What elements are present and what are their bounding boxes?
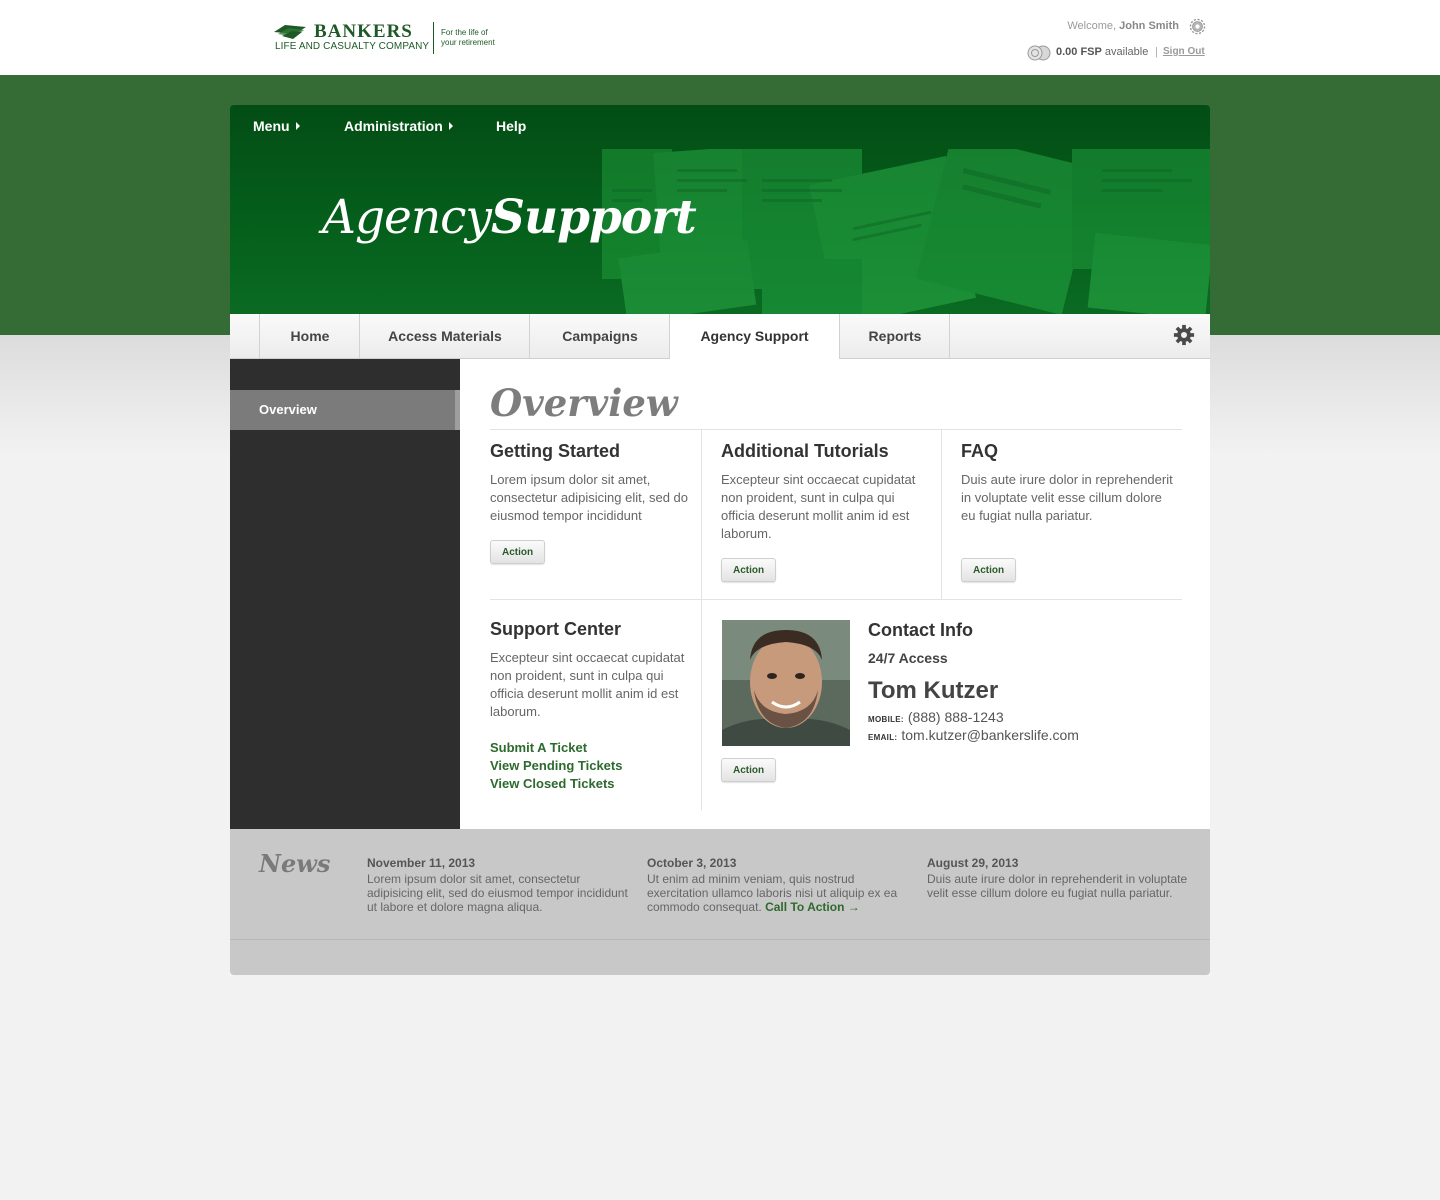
call-to-action-link[interactable]: Call To Action → xyxy=(765,900,860,914)
fsp-suffix: available xyxy=(1104,46,1149,58)
hero-banner: Menu Administration Help AgencySupport xyxy=(230,105,1210,314)
getting-started-title: Getting Started xyxy=(490,441,621,461)
additional-tutorials-text: Excepteur sint occaecat cupidatat non pr… xyxy=(721,472,916,541)
view-closed-tickets-link[interactable]: View Closed Tickets xyxy=(490,776,615,791)
contact-mobile: MOBILE: (888) 888-1243 xyxy=(868,709,1004,725)
coin-icon xyxy=(1027,45,1051,61)
faq-title: FAQ xyxy=(961,441,999,461)
news-section: News November 11, 2013 Lorem ipsum dolor… xyxy=(230,829,1210,939)
getting-started-text: Lorem ipsum dolor sit amet, consectetur … xyxy=(490,472,689,523)
mobile-value[interactable]: (888) 888-1243 xyxy=(908,709,1004,725)
email-label: EMAIL: xyxy=(868,733,898,742)
news-item: October 3, 2013 Ut enim ad minim veniam,… xyxy=(647,856,912,914)
nav-menu[interactable]: Menu xyxy=(253,118,300,134)
contact-name: Tom Kutzer xyxy=(868,677,999,704)
tab-bar: Home Access Materials Campaigns Agency S… xyxy=(230,314,1210,359)
contact-info-title: Contact Info xyxy=(868,620,973,640)
sidebar-item-overview[interactable]: Overview xyxy=(230,390,460,430)
top-header: BANKERS LIFE AND CASUALTY COMPANY For th… xyxy=(0,0,1440,75)
nav-help[interactable]: Help xyxy=(496,118,526,134)
logo-tagline: For the life of your retirement xyxy=(441,28,521,48)
getting-started-action-button[interactable]: Action xyxy=(490,540,546,564)
divider xyxy=(701,600,702,810)
nav-administration[interactable]: Administration xyxy=(344,118,453,134)
sign-out-link[interactable]: Sign Out xyxy=(1163,46,1205,57)
header-separator: | xyxy=(1155,46,1158,58)
triangle-right-icon xyxy=(448,122,453,130)
tab-agency-support[interactable]: Agency Support xyxy=(669,314,840,359)
hero-title-part1: Agency xyxy=(322,190,492,245)
nav-administration-label: Administration xyxy=(344,118,443,134)
tab-reports[interactable]: Reports xyxy=(839,314,950,358)
logo-tagline-line1: For the life of xyxy=(441,28,488,37)
faq-action-button[interactable]: Action xyxy=(961,558,1017,582)
tab-divider xyxy=(949,314,950,358)
news-date: August 29, 2013 xyxy=(927,856,1019,870)
email-value[interactable]: tom.kutzer@bankerslife.com xyxy=(901,727,1079,743)
news-date: November 11, 2013 xyxy=(367,856,476,870)
contact-access: 24/7 Access xyxy=(868,650,948,666)
support-center-text: Excepteur sint occaecat cupidatat non pr… xyxy=(490,650,685,719)
contact-email: EMAIL: tom.kutzer@bankerslife.com xyxy=(868,727,1079,743)
tab-home[interactable]: Home xyxy=(259,314,360,358)
news-title: News xyxy=(259,849,331,878)
news-body: Lorem ipsum dolor sit amet, consectetur … xyxy=(367,872,628,914)
news-body-wrap: Ut enim ad minim veniam, quis nostrud ex… xyxy=(647,872,912,914)
contact-action-button[interactable]: Action xyxy=(721,758,777,782)
nav-menu-label: Menu xyxy=(253,118,290,134)
logo-divider xyxy=(433,22,434,54)
news-body: Duis aute irure dolor in reprehenderit i… xyxy=(927,872,1188,900)
hero-title-part2: Support xyxy=(491,190,697,245)
additional-tutorials-title: Additional Tutorials xyxy=(721,441,889,461)
faq-text: Duis aute irure dolor in reprehenderit i… xyxy=(961,472,1173,523)
view-pending-tickets-link[interactable]: View Pending Tickets xyxy=(490,758,622,773)
mobile-label: MOBILE: xyxy=(868,715,904,724)
news-item: August 29, 2013 Duis aute irure dolor in… xyxy=(927,856,1192,900)
tab-access-materials[interactable]: Access Materials xyxy=(359,314,530,358)
triangle-right-icon xyxy=(295,122,300,130)
tab-campaigns[interactable]: Campaigns xyxy=(529,314,670,358)
logo-name: BANKERS xyxy=(314,21,413,42)
fsp-text: 0.00 FSP available xyxy=(1056,46,1148,58)
main-content: Overview Getting Started Lorem ipsum dol… xyxy=(460,359,1210,829)
support-center-title: Support Center xyxy=(490,619,622,639)
news-item: November 11, 2013 Lorem ipsum dolor sit … xyxy=(367,856,632,914)
welcome-message: Welcome, John Smith xyxy=(1067,20,1179,32)
contact-photo xyxy=(722,620,850,746)
logo-tagline-line2: your retirement xyxy=(441,38,495,47)
gear-icon[interactable] xyxy=(1189,18,1206,35)
divider xyxy=(701,430,702,600)
logo-subtitle: LIFE AND CASUALTY COMPANY xyxy=(275,41,430,52)
welcome-prefix: Welcome, xyxy=(1067,20,1117,32)
additional-tutorials-action-button[interactable]: Action xyxy=(721,558,777,582)
sidebar: Overview xyxy=(230,359,460,829)
divider xyxy=(490,429,1182,430)
submit-ticket-link[interactable]: Submit A Ticket xyxy=(490,740,587,755)
divider xyxy=(490,599,1182,600)
divider xyxy=(941,430,942,600)
user-name[interactable]: John Smith xyxy=(1119,20,1179,32)
footer-bar xyxy=(230,939,1210,975)
logo-mark-icon xyxy=(274,25,306,39)
gear-icon[interactable] xyxy=(1173,324,1195,346)
hero-title: AgencySupport xyxy=(322,190,697,245)
news-date: October 3, 2013 xyxy=(647,856,737,870)
fsp-amount: 0.00 FSP xyxy=(1056,46,1102,58)
page-title: Overview xyxy=(490,381,678,425)
